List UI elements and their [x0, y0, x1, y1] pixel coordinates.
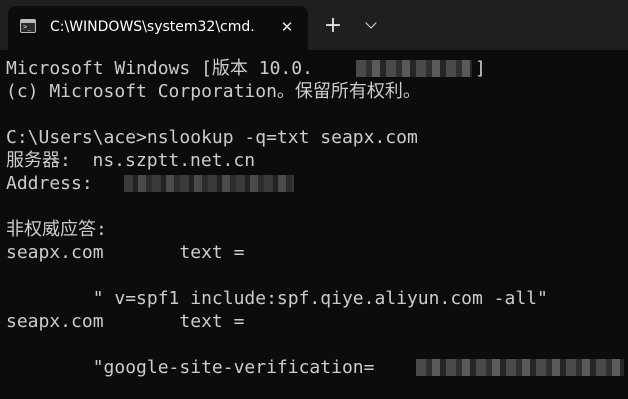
- nonauthoritative-line: 非权威应答:: [6, 219, 107, 240]
- record-1-line: seapx.com text =: [6, 242, 245, 263]
- redacted-address: [124, 175, 294, 192]
- redacted-verification: [416, 359, 624, 376]
- version-bracket: ]: [475, 58, 486, 79]
- cmd-icon: >_: [20, 19, 36, 33]
- version-line: Microsoft Windows [版本 10.0.: [6, 57, 313, 80]
- tab-dropdown-button[interactable]: [358, 12, 384, 38]
- tab-title: C:\WINDOWS\system32\cmd.e: [50, 19, 254, 35]
- terminal-window: >_ C:\WINDOWS\system32\cmd.e ✕ + Microso…: [0, 0, 628, 399]
- address-label: Address:: [6, 173, 93, 194]
- tab-strip: >_ C:\WINDOWS\system32\cmd.e ✕ +: [0, 0, 628, 50]
- command-line: C:\Users\ace>nslookup -q=txt seapx.com: [6, 127, 418, 148]
- terminal-output[interactable]: Microsoft Windows [版本 10.0. ] (c) Micros…: [0, 55, 628, 399]
- copyright-line: (c) Microsoft Corporation。保留所有权利。: [6, 81, 421, 102]
- chevron-down-icon: [365, 17, 377, 29]
- version-text: Microsoft Windows [版本 10.0.: [6, 58, 313, 79]
- tab-cmd[interactable]: >_ C:\WINDOWS\system32\cmd.e ✕: [8, 6, 308, 50]
- close-icon[interactable]: ✕: [276, 16, 298, 38]
- new-tab-button[interactable]: +: [320, 12, 346, 38]
- record-1-value: " v=spf1 include:spf.qiye.aliyun.com -al…: [6, 288, 548, 309]
- cmd-icon-glyph: >_: [23, 23, 32, 31]
- record-2-value: "google-site-verification=: [6, 357, 375, 378]
- record-2-line: seapx.com text =: [6, 311, 245, 332]
- server-line: 服务器: ns.szptt.net.cn: [6, 150, 256, 171]
- redacted-version: [356, 60, 472, 77]
